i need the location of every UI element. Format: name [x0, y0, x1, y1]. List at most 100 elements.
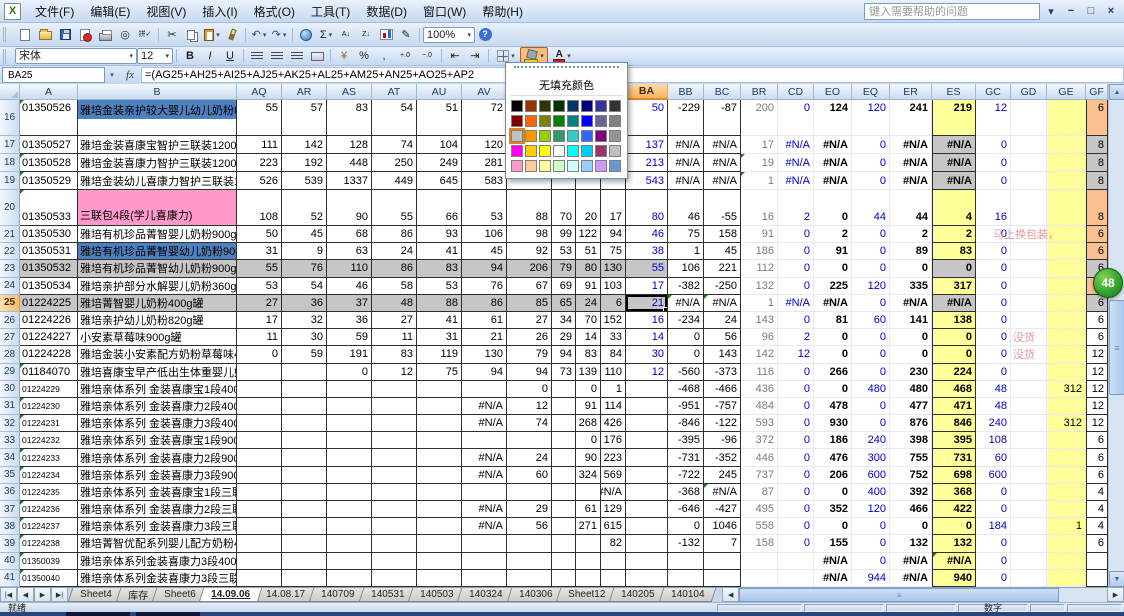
cell-ER28[interactable]: 0	[890, 346, 932, 363]
cell-AX33[interactable]	[552, 432, 576, 449]
cell-GC28[interactable]: 0	[976, 346, 1011, 363]
cell-B18[interactable]: 雅培金装喜康力智护三联装1200g	[78, 154, 237, 172]
cell-AX22[interactable]: 53	[552, 243, 576, 260]
menu-窗口(W)[interactable]: 窗口(W)	[415, 1, 474, 22]
cell-AZ29[interactable]: 110	[601, 364, 626, 381]
cell-A20[interactable]: 01350533	[20, 190, 78, 226]
menu-插入(I)[interactable]: 插入(I)	[194, 1, 245, 22]
cell-AV39[interactable]	[462, 535, 507, 552]
cell-AQ34[interactable]	[237, 449, 282, 466]
cell-BC36[interactable]: #N/A	[704, 484, 741, 501]
format-painter-button[interactable]	[222, 26, 242, 44]
cell-BC23[interactable]: 221	[704, 260, 741, 277]
font-size-box[interactable]: 12▾	[137, 48, 173, 64]
redo-button[interactable]: ↷▾	[269, 26, 289, 44]
cell-ER37[interactable]: 466	[890, 501, 932, 518]
color-swatch-003366[interactable]	[567, 100, 579, 112]
cell-AV18[interactable]: 281	[462, 154, 507, 172]
cell-EO18[interactable]: #N/A	[814, 154, 852, 172]
cell-AV41[interactable]	[462, 570, 507, 587]
save-button[interactable]	[55, 26, 75, 44]
cell-AQ28[interactable]: 0	[237, 346, 282, 363]
cell-AR36[interactable]	[282, 484, 327, 501]
cell-BB40[interactable]	[668, 553, 704, 570]
cell-B26[interactable]: 雅培亲护幼儿奶粉820g罐	[78, 312, 237, 329]
cell-CD27[interactable]: 2	[778, 329, 814, 346]
cell-A17[interactable]: 01350527	[20, 136, 78, 154]
cell-GF33[interactable]: 6	[1086, 432, 1108, 449]
cell-A22[interactable]: 01350531	[20, 243, 78, 260]
cell-AX20[interactable]: 70	[552, 190, 576, 226]
cell-AY37[interactable]: 61	[576, 501, 601, 518]
cell-GD19[interactable]	[1011, 172, 1047, 190]
cell-AU35[interactable]	[417, 467, 462, 484]
cell-A29[interactable]: 01184070	[20, 364, 78, 381]
menu-格式(O)[interactable]: 格式(O)	[246, 1, 303, 22]
cell-AS30[interactable]	[327, 381, 372, 398]
cell-GF34[interactable]: 6	[1086, 449, 1108, 466]
sheet-tab-140104[interactable]: 140104	[659, 588, 717, 602]
cell-BR17[interactable]: 17	[741, 136, 778, 154]
cell-AU33[interactable]	[417, 432, 462, 449]
cell-AU31[interactable]	[417, 398, 462, 415]
cell-GE33[interactable]	[1047, 432, 1086, 449]
color-swatch-C0C0C0[interactable]	[511, 130, 523, 142]
cell-EQ21[interactable]: 0	[852, 226, 890, 243]
cell-BB35[interactable]: -722	[668, 467, 704, 484]
cell-GC23[interactable]: 0	[976, 260, 1011, 277]
color-swatch-FF6600[interactable]	[525, 115, 537, 127]
cell-AS40[interactable]	[327, 553, 372, 570]
cell-GD18[interactable]	[1011, 154, 1047, 172]
cell-AS32[interactable]	[327, 415, 372, 432]
cell-AU16[interactable]: 51	[417, 100, 462, 136]
cell-GE18[interactable]	[1047, 154, 1086, 172]
cell-AW31[interactable]: 12	[507, 398, 552, 415]
cell-GC32[interactable]: 240	[976, 415, 1011, 432]
cell-BC37[interactable]: -427	[704, 501, 741, 518]
cell-GD17[interactable]	[1011, 136, 1047, 154]
cell-AV38[interactable]: #N/A	[462, 518, 507, 535]
cell-GE28[interactable]	[1047, 346, 1086, 363]
cell-GD21[interactable]: 马上换包装，	[1011, 226, 1047, 243]
cell-GE17[interactable]	[1047, 136, 1086, 154]
cell-BC21[interactable]: 158	[704, 226, 741, 243]
cell-AW36[interactable]	[507, 484, 552, 501]
cell-EO23[interactable]: 0	[814, 260, 852, 277]
color-swatch-333300[interactable]	[539, 100, 551, 112]
cell-GC27[interactable]: 0	[976, 329, 1011, 346]
column-header-CD[interactable]: CD	[778, 84, 814, 100]
cell-AS28[interactable]: 191	[327, 346, 372, 363]
cell-AY22[interactable]: 51	[576, 243, 601, 260]
cell-BA18[interactable]: 213	[626, 154, 668, 172]
color-swatch-FF00FF[interactable]	[511, 145, 523, 157]
cell-BA38[interactable]	[626, 518, 668, 535]
cell-BB29[interactable]: -560	[668, 364, 704, 381]
cell-A23[interactable]: 01350532	[20, 260, 78, 277]
cell-CD16[interactable]: 0	[778, 100, 814, 136]
cell-AR23[interactable]: 76	[282, 260, 327, 277]
cell-GC36[interactable]: 0	[976, 484, 1011, 501]
cell-AR34[interactable]	[282, 449, 327, 466]
cell-AS34[interactable]	[327, 449, 372, 466]
cell-AU24[interactable]: 53	[417, 278, 462, 295]
row-header-23[interactable]: 23	[0, 260, 20, 277]
cell-AT34[interactable]	[372, 449, 417, 466]
cell-CD24[interactable]: 0	[778, 278, 814, 295]
cell-AV16[interactable]: 72	[462, 100, 507, 136]
cell-AV36[interactable]	[462, 484, 507, 501]
decrease-decimal-button[interactable]: −.0	[416, 47, 438, 65]
cell-AZ35[interactable]: 569	[601, 467, 626, 484]
cell-AX37[interactable]	[552, 501, 576, 518]
cell-GE22[interactable]	[1047, 243, 1086, 260]
cell-BB21[interactable]: 75	[668, 226, 704, 243]
cell-AT28[interactable]: 83	[372, 346, 417, 363]
cell-AW23[interactable]: 206	[507, 260, 552, 277]
cell-ER19[interactable]: #N/A	[890, 172, 932, 190]
cell-AQ33[interactable]	[237, 432, 282, 449]
cell-AY38[interactable]: 271	[576, 518, 601, 535]
cell-B28[interactable]: 雅培金装小安素配方奶粉草莓味400	[78, 346, 237, 363]
cell-ER22[interactable]: 89	[890, 243, 932, 260]
chart-wizard-button[interactable]	[376, 26, 396, 44]
row-header-30[interactable]: 30	[0, 381, 20, 398]
cell-AR38[interactable]	[282, 518, 327, 535]
